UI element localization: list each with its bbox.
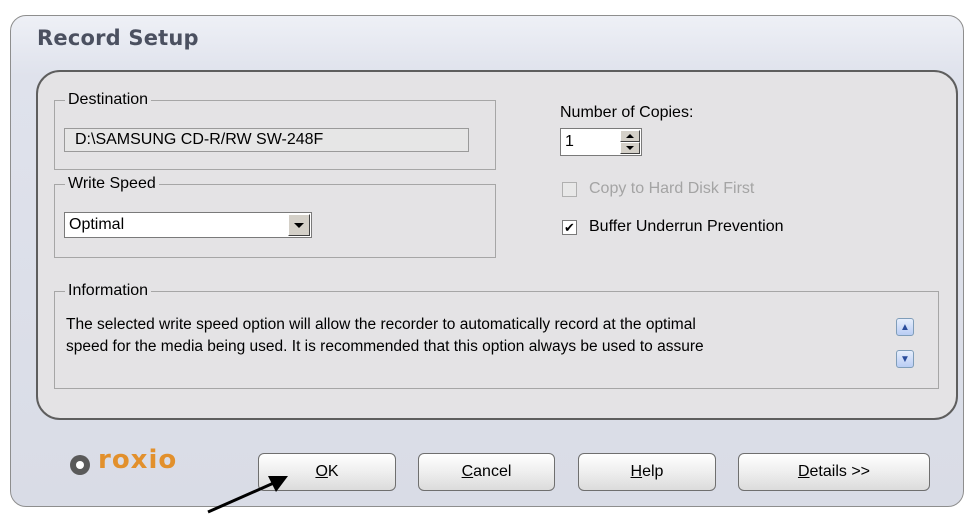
ok-mnemonic: O	[315, 463, 328, 480]
information-line-1: The selected write speed option will all…	[66, 316, 696, 333]
write-speed-select[interactable]: Optimal	[64, 212, 312, 238]
write-speed-value: Optimal	[69, 216, 125, 233]
details-label-rest: etails >>	[809, 463, 871, 480]
roxio-wordmark: roxio	[98, 445, 178, 475]
increment-icon[interactable]	[620, 130, 640, 142]
stepper-arrows	[620, 130, 640, 154]
buffer-underrun-checkbox[interactable]: ✔	[562, 220, 577, 235]
information-legend: Information	[68, 282, 149, 299]
copies-label: Number of Copies:	[560, 104, 694, 121]
chevron-up-icon[interactable]: ▲	[896, 318, 914, 336]
cancel-label-rest: ancel	[473, 463, 512, 480]
details-mnemonic: D	[797, 463, 810, 480]
checkmark-icon: ✔	[564, 220, 575, 235]
buffer-underrun-label: Buffer Underrun Prevention	[589, 218, 784, 235]
destination-field: D:\SAMSUNG CD-R/RW SW-248F	[64, 128, 469, 152]
copies-value: 1	[565, 133, 574, 150]
dropdown-arrow-icon[interactable]	[288, 214, 310, 236]
decrement-icon[interactable]	[620, 142, 640, 154]
destination-legend: Destination	[68, 91, 149, 108]
copy-to-hard-disk-label: Copy to Hard Disk First	[589, 180, 755, 197]
help-button[interactable]: Help	[578, 453, 716, 491]
details-button[interactable]: Details >>	[738, 453, 930, 491]
copy-to-hard-disk-checkbox[interactable]	[562, 182, 577, 197]
ok-button[interactable]: OK	[258, 453, 396, 491]
ok-label-rest: K	[327, 463, 339, 480]
copies-stepper[interactable]: 1	[560, 128, 642, 156]
help-label-rest: elp	[642, 463, 664, 480]
chevron-down-icon[interactable]: ▼	[896, 350, 914, 368]
help-mnemonic: H	[630, 463, 643, 480]
cancel-mnemonic: C	[461, 463, 474, 480]
information-line-2: speed for the media being used. It is re…	[66, 338, 704, 355]
roxio-mark-icon	[70, 455, 90, 475]
cancel-button[interactable]: Cancel	[418, 453, 555, 491]
roxio-logo: roxio	[70, 440, 177, 480]
write-speed-legend: Write Speed	[68, 175, 156, 192]
dialog-title: Record Setup	[37, 26, 199, 50]
